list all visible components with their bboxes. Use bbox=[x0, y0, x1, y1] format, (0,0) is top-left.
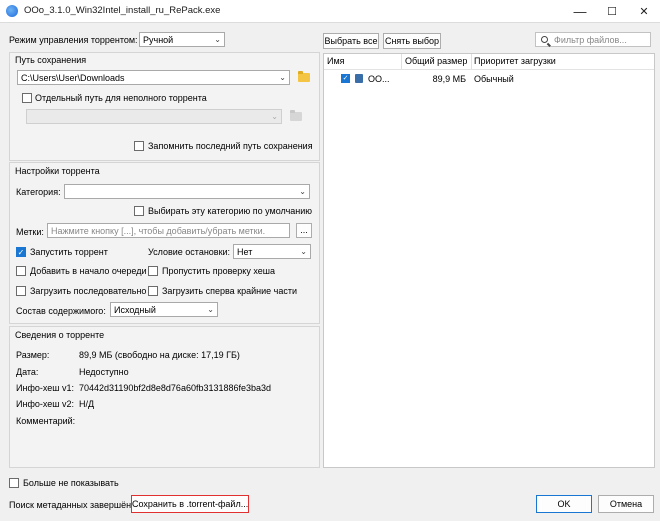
dont-show-label: Больше не показывать bbox=[23, 478, 119, 488]
file-name: OO... bbox=[368, 74, 390, 84]
title-bar: OOo_3.1.0_Win32Intel_install_ru_RePack.e… bbox=[0, 0, 660, 23]
start-torrent-checkbox[interactable]: ✓ bbox=[16, 247, 26, 257]
first-last-label: Загрузить сперва крайние части bbox=[162, 286, 297, 296]
default-category-checkbox[interactable] bbox=[134, 206, 144, 216]
tags-label: Метки: bbox=[16, 227, 44, 237]
chevron-down-icon: ⌄ bbox=[279, 73, 286, 82]
chevron-down-icon: ⌄ bbox=[271, 112, 278, 121]
info-size-value: 89,9 МБ (свободно на диске: 17,19 ГБ) bbox=[79, 350, 240, 360]
ok-button[interactable]: OK bbox=[536, 495, 592, 513]
content-layout-combo[interactable]: Исходный ⌄ bbox=[110, 302, 218, 317]
add-top-checkbox[interactable] bbox=[16, 266, 26, 276]
remember-path-checkbox[interactable] bbox=[134, 141, 144, 151]
edit-tags-button[interactable]: ... bbox=[296, 223, 312, 238]
info-date-value: Недоступно bbox=[79, 367, 129, 377]
skip-hash-checkbox[interactable] bbox=[148, 266, 158, 276]
save-path-value: C:\Users\User\Downloads bbox=[21, 73, 125, 83]
chevron-down-icon: ⌄ bbox=[300, 247, 307, 256]
cancel-button[interactable]: Отмена bbox=[598, 495, 654, 513]
folder-icon bbox=[298, 71, 310, 82]
file-priority: Обычный bbox=[474, 74, 514, 84]
header-divider bbox=[324, 69, 654, 70]
info-hash-v1-value: 70442d31190bf2d8e8d76a60fb3131886fe3ba3d bbox=[79, 383, 272, 393]
folder-icon bbox=[290, 110, 302, 121]
table-row[interactable]: ✓ OO... 89,9 МБ Обычный bbox=[324, 71, 654, 86]
default-category-label: Выбирать эту категорию по умолчанию bbox=[148, 206, 313, 216]
browse-incomplete-folder-button[interactable] bbox=[287, 109, 305, 124]
file-filter-input[interactable]: Фильтр файлов... bbox=[535, 32, 651, 47]
content-layout-label: Состав содержимого: bbox=[16, 306, 106, 316]
info-label: Размер: bbox=[16, 350, 50, 360]
search-icon bbox=[541, 36, 548, 43]
info-label: Инфо-хеш v2: bbox=[16, 399, 74, 409]
stop-condition-combo[interactable]: Нет ⌄ bbox=[233, 244, 311, 259]
first-last-checkbox[interactable] bbox=[148, 286, 158, 296]
incomplete-path-combo[interactable]: ⌄ bbox=[26, 109, 282, 124]
column-header-size[interactable]: Общий размер bbox=[402, 54, 472, 69]
file-size: 89,9 МБ bbox=[432, 74, 466, 84]
maximize-button[interactable]: ☐ bbox=[596, 0, 628, 22]
file-icon bbox=[355, 74, 363, 83]
category-combo[interactable]: ⌄ bbox=[64, 184, 310, 199]
content-layout-value: Исходный bbox=[114, 305, 156, 315]
torrent-mode-value: Ручной bbox=[143, 35, 174, 45]
info-label: Комментарий: bbox=[16, 416, 76, 426]
stop-condition-label: Условие остановки: bbox=[148, 247, 231, 257]
skip-hash-label: Пропустить проверку хеша bbox=[162, 266, 275, 276]
torrent-info-title: Сведения о торренте bbox=[15, 330, 105, 340]
info-label: Дата: bbox=[16, 367, 39, 377]
file-tree[interactable]: Имя Общий размер Приоритет загрузки ✓ OO… bbox=[323, 53, 655, 468]
stop-condition-value: Нет bbox=[237, 247, 253, 257]
torrent-mode-label: Режим управления торрентом: bbox=[9, 35, 138, 45]
torrent-settings-title: Настройки торрента bbox=[15, 166, 100, 176]
file-filter-placeholder: Фильтр файлов... bbox=[554, 35, 627, 45]
remember-path-label: Запомнить последний путь сохранения bbox=[148, 141, 313, 151]
add-top-label: Добавить в начало очереди bbox=[30, 266, 147, 276]
torrent-mode-combo[interactable]: Ручной ⌄ bbox=[139, 32, 225, 47]
torrent-info-group bbox=[9, 326, 320, 468]
tags-placeholder: Нажмите кнопку [...], чтобы добавить/убр… bbox=[51, 226, 266, 236]
save-path-title: Путь сохранения bbox=[15, 55, 87, 65]
status-text: Поиск метаданных завершён bbox=[9, 500, 132, 510]
sequential-label: Загрузить последовательно bbox=[30, 286, 147, 296]
info-hash-v2-value: Н/Д bbox=[79, 399, 95, 409]
separate-path-label: Отдельный путь для неполного торрента bbox=[35, 93, 207, 103]
save-path-combo[interactable]: C:\Users\User\Downloads ⌄ bbox=[17, 70, 290, 85]
select-none-button[interactable]: Снять выбор bbox=[383, 33, 441, 49]
save-torrent-file-button[interactable]: Сохранить в .torrent-файл... bbox=[131, 495, 249, 513]
chevron-down-icon: ⌄ bbox=[299, 187, 306, 196]
tags-input[interactable]: Нажмите кнопку [...], чтобы добавить/убр… bbox=[47, 223, 290, 238]
column-header-name[interactable]: Имя bbox=[324, 54, 402, 69]
column-header-priority[interactable]: Приоритет загрузки bbox=[471, 54, 564, 69]
browse-folder-button[interactable] bbox=[295, 70, 313, 85]
window-title: OOo_3.1.0_Win32Intel_install_ru_RePack.e… bbox=[24, 5, 221, 16]
chevron-down-icon: ⌄ bbox=[207, 305, 214, 314]
dont-show-checkbox[interactable] bbox=[9, 478, 19, 488]
chevron-down-icon: ⌄ bbox=[214, 35, 221, 44]
info-label: Инфо-хеш v1: bbox=[16, 383, 74, 393]
separate-path-checkbox[interactable] bbox=[22, 93, 32, 103]
select-all-button[interactable]: Выбрать все bbox=[323, 33, 379, 49]
sequential-checkbox[interactable] bbox=[16, 286, 26, 296]
minimize-button[interactable]: — bbox=[564, 0, 596, 22]
start-torrent-label: Запустить торрент bbox=[30, 247, 108, 257]
app-icon bbox=[6, 5, 18, 17]
category-label: Категория: bbox=[16, 187, 61, 197]
file-checkbox[interactable]: ✓ bbox=[341, 74, 350, 83]
close-button[interactable]: ✕ bbox=[628, 0, 660, 22]
